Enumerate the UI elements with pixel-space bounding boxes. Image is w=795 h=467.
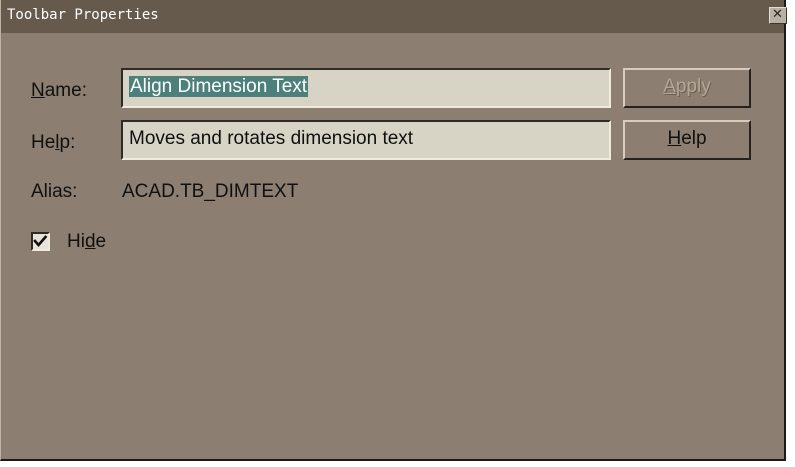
close-button[interactable]: ✕: [769, 7, 787, 24]
name-input[interactable]: Align Dimension Text: [121, 68, 611, 108]
help-input[interactable]: Moves and rotates dimension text: [121, 120, 611, 160]
title-bar[interactable]: Toolbar Properties ✕: [1, 0, 787, 33]
name-label: Name:: [31, 80, 87, 101]
window-title: Toolbar Properties: [7, 7, 159, 23]
alias-value: ACAD.TB_DIMTEXT: [122, 181, 299, 202]
alias-label: Alias:: [31, 181, 78, 202]
close-icon: ✕: [772, 7, 783, 22]
hide-checkbox[interactable]: [31, 232, 50, 251]
name-input-value: Align Dimension Text: [129, 76, 309, 97]
hide-checkbox-label[interactable]: Hide: [67, 231, 106, 253]
help-label: Help:: [31, 132, 76, 153]
apply-button[interactable]: Apply: [623, 68, 751, 108]
toolbar-properties-dialog: Toolbar Properties ✕ Name: Align Dimensi…: [0, 0, 787, 461]
help-input-value: Moves and rotates dimension text: [129, 128, 414, 149]
help-button[interactable]: Help: [623, 120, 751, 160]
checkmark-icon: [33, 235, 48, 247]
